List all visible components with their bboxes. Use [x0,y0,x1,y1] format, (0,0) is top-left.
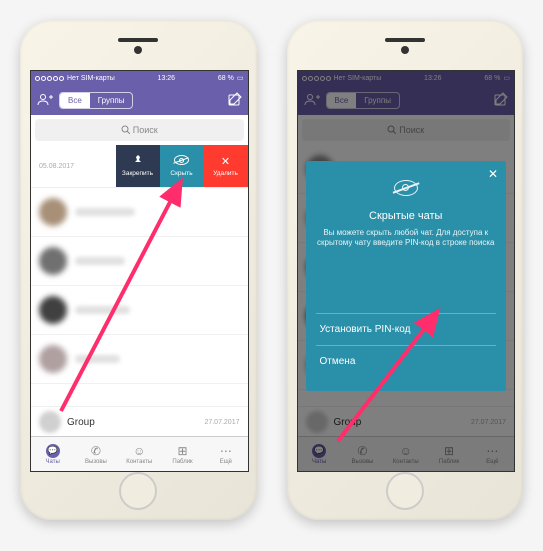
tab-all[interactable]: Все [60,93,90,108]
battery-icon: ▭ [237,74,244,82]
chat-row-swiped[interactable]: 05.08.2017 Закрепить Скрыть ✕ Удалить [31,145,248,188]
compose-icon[interactable] [228,92,242,109]
calls-icon: ✆ [91,444,101,458]
tab-contacts[interactable]: ☺Контакты [118,437,161,471]
contacts-icon: ☺ [133,444,145,458]
home-button[interactable] [119,472,157,510]
group-date: 27.07.2017 [204,419,239,426]
search-bar[interactable]: Поиск [35,119,244,141]
bottom-tabs: 💬Чаты ✆Вызовы ☺Контакты ⊞Паблик ⋯Ещё [31,436,248,471]
swipe-delete-button[interactable]: ✕ Удалить [204,145,248,187]
swipe-pin-label: Закрепить [122,170,153,177]
chat-group-row[interactable]: Group 27.07.2017 [31,406,248,437]
chat-blurred[interactable] [31,188,248,237]
more-icon: ⋯ [220,444,232,458]
hidden-chats-icon [316,179,497,202]
tab-calls[interactable]: ✆Вызовы [74,437,117,471]
swipe-pin-button[interactable]: Закрепить [116,145,160,187]
delete-icon: ✕ [221,155,230,168]
search-placeholder: Поиск [133,125,158,135]
chat-date: 05.08.2017 [39,163,116,170]
header-tabs: Все Группы [59,92,133,109]
hidden-chats-modal: ✕ Скрытые чаты Вы можете скрыть любой ча… [306,161,507,391]
add-contact-icon[interactable] [37,92,53,108]
phone-left: Нет SIM-карты 13:26 68 % ▭ Все Группы [20,20,257,520]
chat-blurred[interactable] [31,286,248,335]
chats-icon: 💬 [46,444,60,458]
carrier-label: Нет SIM-карты [67,75,115,82]
tab-chats[interactable]: 💬Чаты [31,437,74,471]
search-icon [121,125,130,136]
tab-public[interactable]: ⊞Паблик [161,437,204,471]
status-time: 13:26 [158,75,176,82]
cancel-button[interactable]: Отмена [316,345,497,377]
home-button[interactable] [386,472,424,510]
chat-blurred[interactable] [31,335,248,384]
screen: Нет SIM-карты 13:26 68 % ▭ Все Группы [297,70,516,472]
status-bar: Нет SIM-карты 13:26 68 % ▭ [31,71,248,85]
modal-title: Скрытые чаты [316,210,497,222]
modal-text: Вы можете скрыть любой чат. Для доступа … [316,228,497,249]
group-name: Group [67,417,95,428]
chat-blurred[interactable] [31,237,248,286]
swipe-delete-label: Удалить [213,170,238,177]
phone-right: Нет SIM-карты 13:26 68 % ▭ Все Группы [287,20,524,520]
tab-groups[interactable]: Группы [90,93,133,108]
screen: Нет SIM-карты 13:26 68 % ▭ Все Группы [30,70,249,472]
set-pin-button[interactable]: Установить PIN-код [316,313,497,345]
tab-more[interactable]: ⋯Ещё [204,437,247,471]
pin-icon [133,155,143,168]
swipe-hide-button[interactable]: Скрыть [160,145,204,187]
group-avatar [39,411,61,433]
public-icon: ⊞ [178,444,188,458]
swipe-hide-label: Скрыть [170,170,192,177]
app-header: Все Группы [31,85,248,115]
battery-label: 68 % [218,75,234,82]
hide-icon [174,155,189,168]
swipe-actions: Закрепить Скрыть ✕ Удалить [116,145,248,187]
